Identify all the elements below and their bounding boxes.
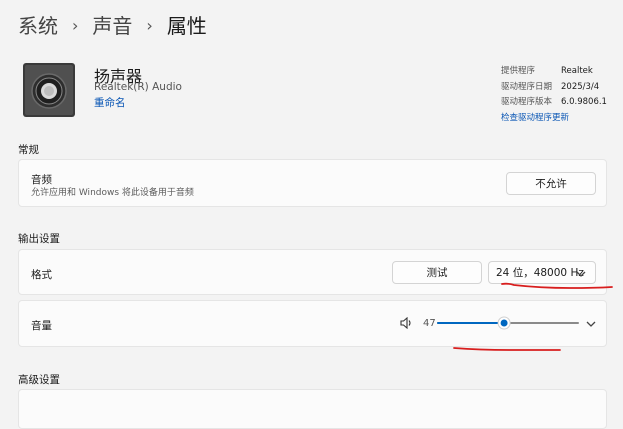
driver-info: 提供程序 Realtek 驱动程序日期 2025/3/4 驱动程序版本 6.0.980… — [501, 64, 607, 126]
volume-slider[interactable] — [437, 315, 579, 331]
provider-value: Realtek — [561, 66, 593, 76]
volume-icon[interactable] — [400, 317, 414, 329]
volume-card: 音量 47 — [18, 300, 607, 347]
speaker-icon — [23, 63, 75, 117]
volume-thumb-center — [500, 319, 508, 327]
page-title: 属性 — [166, 14, 207, 38]
driver-date-label: 驱动程序日期 — [501, 81, 553, 92]
chevron-right-icon: › — [146, 16, 153, 35]
red-underline-annotation — [453, 347, 561, 351]
test-button[interactable]: 测试 — [392, 261, 482, 284]
advanced-card — [18, 389, 607, 429]
chevron-down-icon — [576, 271, 586, 277]
device-driver-name: Realtek(R) Audio — [94, 81, 182, 93]
volume-label: 音量 — [31, 320, 52, 332]
red-underline-annotation — [501, 282, 613, 289]
format-label: 格式 — [31, 269, 52, 281]
chevron-down-icon[interactable] — [585, 320, 597, 328]
format-value: 24 位，48000 Hz — [496, 267, 584, 279]
disallow-button[interactable]: 不允许 — [506, 172, 596, 195]
volume-value: 47 — [423, 318, 436, 329]
driver-version-label: 驱动程序版本 — [501, 97, 553, 107]
section-title-advanced: 高级设置 — [18, 374, 60, 386]
section-title-general: 常规 — [18, 144, 39, 156]
check-driver-update-link[interactable]: 检查驱动程序更新 — [501, 111, 569, 127]
audio-description: 允许应用和 Windows 将此设备用于音频 — [31, 188, 194, 198]
chevron-right-icon: › — [72, 16, 79, 35]
provider-label: 提供程序 — [501, 66, 536, 76]
volume-fill — [437, 322, 505, 324]
driver-version-value: 6.0.9806.1 — [561, 97, 607, 107]
driver-date-value: 2025/3/4 — [561, 81, 600, 92]
audio-card: 音频 允许应用和 Windows 将此设备用于音频 不允许 — [18, 159, 607, 207]
breadcrumb-item-system[interactable]: 系统 — [18, 14, 58, 38]
section-title-output: 输出设置 — [18, 233, 60, 245]
breadcrumb: 系统 › 声音 › 属性 — [18, 10, 207, 39]
rename-link[interactable]: 重命名 — [94, 95, 126, 110]
breadcrumb-item-sound[interactable]: 声音 — [92, 14, 132, 38]
